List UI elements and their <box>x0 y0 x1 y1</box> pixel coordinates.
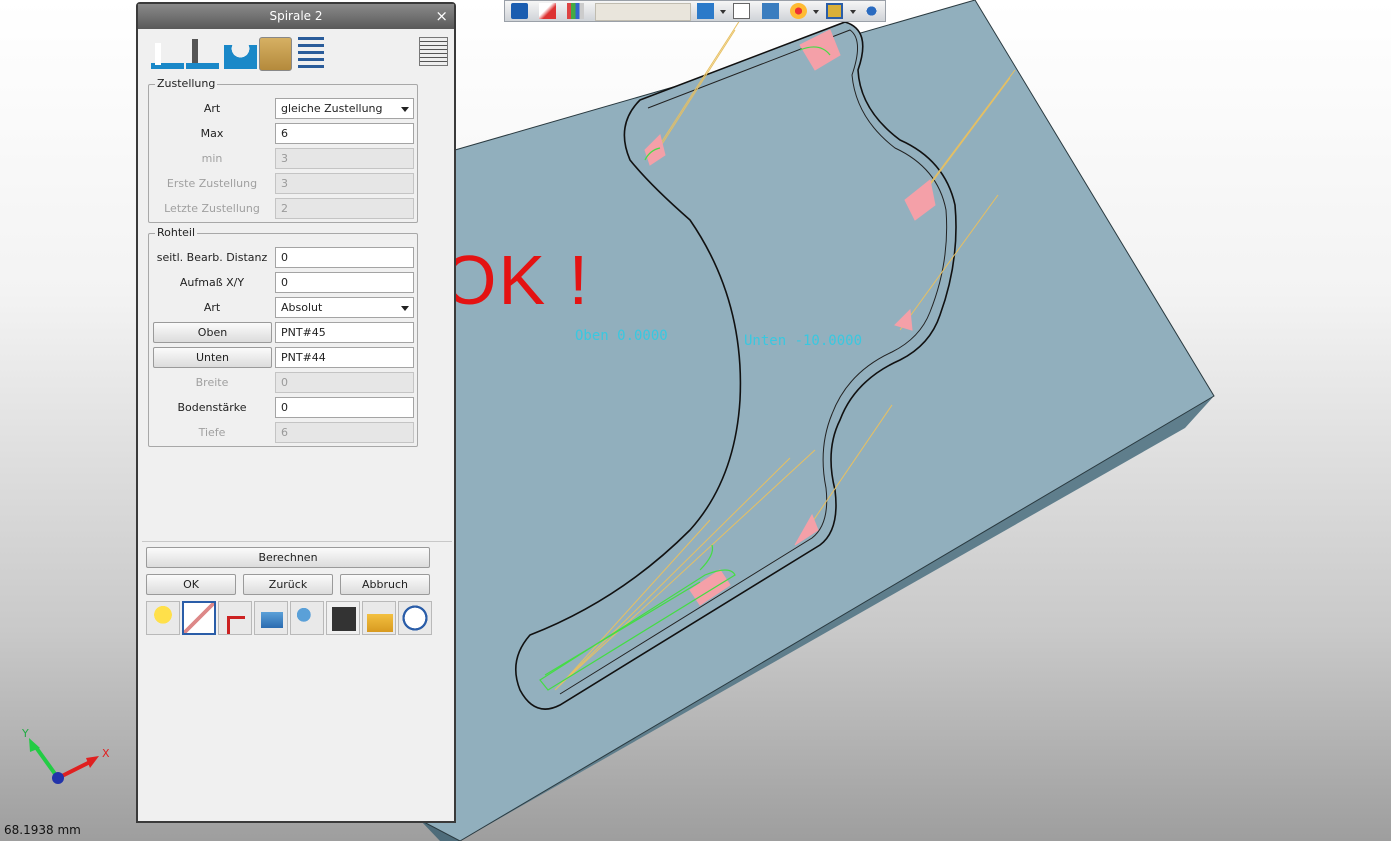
axis-y-label: Y <box>22 727 29 740</box>
load-folder-icon[interactable] <box>362 601 396 635</box>
spirale-dialog: Spirale 2 × Zustellung Art gleiche Zuste… <box>136 2 456 823</box>
zustellung-group: Zustellung Art gleiche Zustellung Max 6 … <box>148 77 419 223</box>
max-label: Max <box>200 127 224 140</box>
zustellung-art-row: Art gleiche Zustellung <box>149 98 419 120</box>
oben-input[interactable]: PNT#45 <box>275 322 414 343</box>
save-icon[interactable] <box>326 601 360 635</box>
wireframe-cube-icon[interactable] <box>733 3 750 19</box>
shaded-view-icon[interactable] <box>762 3 779 19</box>
tiefe-row: Tiefe 6 <box>149 422 419 444</box>
measure-status: 68.1938 mm <box>4 823 81 837</box>
dialog-title: Spirale 2 <box>269 9 323 23</box>
bodenstaerke-input[interactable]: 0 <box>275 397 414 418</box>
tiefe-label: Tiefe <box>198 426 226 439</box>
letzte-zustellung-input: 2 <box>275 198 414 219</box>
ok-button[interactable]: OK <box>146 574 236 595</box>
walk-icon[interactable] <box>511 3 528 19</box>
zustellung-art-select[interactable]: gleiche Zustellung <box>275 98 414 119</box>
aufmass-label: Aufmaß X/Y <box>179 276 245 289</box>
help-icon[interactable] <box>398 601 432 635</box>
rohteil-group: Rohteil seitl. Bearb. Distanz 0 Aufmaß X… <box>148 226 419 447</box>
oben-button[interactable]: Oben <box>153 322 272 343</box>
tiefe-input: 6 <box>275 422 414 443</box>
erste-zustellung-label: Erste Zustellung <box>166 177 258 190</box>
eraser-icon[interactable] <box>539 3 556 19</box>
zustellung-legend: Zustellung <box>155 77 218 90</box>
zurueck-button[interactable]: Zurück <box>243 574 333 595</box>
bodenstaerke-label: Bodenstärke <box>177 401 247 414</box>
seitl-distanz-input[interactable]: 0 <box>275 247 414 268</box>
bottom-level-label: Unten -10.0000 <box>744 333 863 349</box>
breite-row: Breite 0 <box>149 372 419 394</box>
aufmass-row: Aufmaß X/Y 0 <box>149 272 419 294</box>
parameters-icon[interactable] <box>290 601 324 635</box>
render-wheel-icon[interactable] <box>790 3 807 19</box>
view-toolbar <box>504 0 886 22</box>
berechnen-button[interactable]: Berechnen <box>146 547 430 568</box>
dialog-separator <box>142 541 452 542</box>
letzte-zustellung-row: Letzte Zustellung 2 <box>149 198 419 220</box>
rohteil-art-label: Art <box>203 301 221 314</box>
stock-box-icon[interactable] <box>259 37 292 71</box>
min-label: min <box>201 152 223 165</box>
seitl-distanz-label: seitl. Bearb. Distanz <box>156 251 268 264</box>
axis-triad <box>29 738 99 784</box>
max-input[interactable]: 6 <box>275 123 414 144</box>
spiral-preview-icon[interactable] <box>419 37 448 66</box>
unten-button[interactable]: Unten <box>153 347 272 368</box>
lightbulb-icon[interactable] <box>146 601 180 635</box>
max-row: Max 6 <box>149 123 419 145</box>
erste-zustellung-input: 3 <box>275 173 414 194</box>
unten-input[interactable]: PNT#44 <box>275 347 414 368</box>
display-dropdown-icon[interactable] <box>850 10 856 14</box>
zustellung-art-label: Art <box>203 102 221 115</box>
breite-label: Breite <box>195 376 229 389</box>
layers-list-icon[interactable] <box>298 37 324 71</box>
rohteil-art-select[interactable]: Absolut <box>275 297 414 318</box>
oben-row: Oben PNT#45 <box>149 322 419 344</box>
min-row: min 3 <box>149 148 419 170</box>
filter-icon[interactable] <box>567 3 584 19</box>
letzte-zustellung-label: Letzte Zustellung <box>164 202 260 215</box>
display-mode-icon[interactable] <box>826 3 843 19</box>
seitl-distanz-row: seitl. Bearb. Distanz 0 <box>149 247 419 269</box>
abbruch-button[interactable]: Abbruch <box>340 574 430 595</box>
min-input: 3 <box>275 148 414 169</box>
surface-contour-icon[interactable] <box>224 37 257 71</box>
close-icon[interactable]: × <box>435 4 448 29</box>
unten-row: Unten PNT#44 <box>149 347 419 369</box>
top-level-label: Oben 0.0000 <box>575 328 668 344</box>
axis-x-label: X <box>102 747 110 760</box>
dialog-titlebar[interactable]: Spirale 2 × <box>138 4 454 29</box>
tool-settings-icon[interactable] <box>254 601 288 635</box>
aufmass-input[interactable]: 0 <box>275 272 414 293</box>
view-cube-icon[interactable] <box>697 3 714 19</box>
rohteil-art-row: Art Absolut <box>149 297 419 319</box>
render-dropdown-icon[interactable] <box>813 10 819 14</box>
side-distance-icon[interactable] <box>151 37 184 71</box>
rohteil-legend: Rohteil <box>155 226 198 239</box>
view-cube-dropdown-icon[interactable] <box>720 10 726 14</box>
bodenstaerke-row: Bodenstärke 0 <box>149 397 419 419</box>
lighting-icon[interactable] <box>863 3 880 19</box>
ok-annotation: OK ! <box>442 241 591 319</box>
breite-input: 0 <box>275 372 414 393</box>
depth-distance-icon[interactable] <box>186 37 219 71</box>
toolpath-icon[interactable] <box>218 601 252 635</box>
toolbar-search-field[interactable] <box>595 3 691 21</box>
erste-zustellung-row: Erste Zustellung 3 <box>149 173 419 195</box>
edit-sketch-icon[interactable] <box>182 601 216 635</box>
